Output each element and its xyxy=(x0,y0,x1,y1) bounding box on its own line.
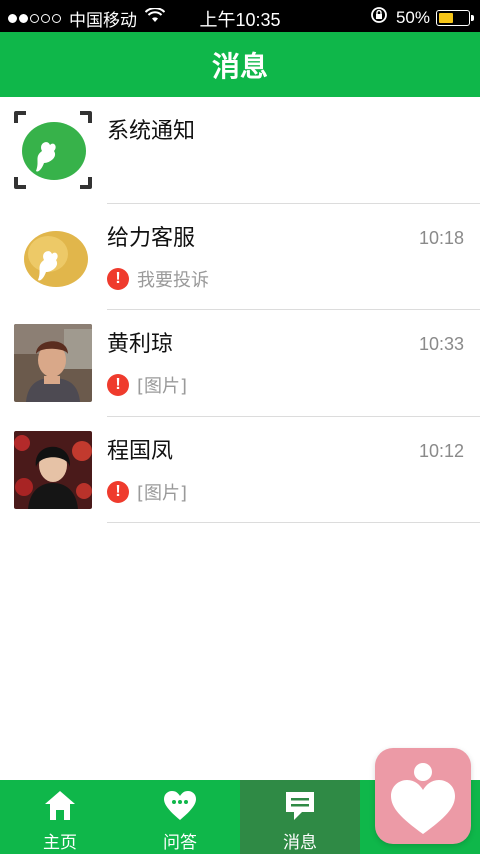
user-photo xyxy=(14,324,92,402)
conversation-list: 系统通知 给力客服 10:18 ! 我要投诉 黄利琼 10:33 ! [图片] … xyxy=(0,97,480,523)
tab-label: 消息 xyxy=(283,833,317,853)
battery-icon xyxy=(436,9,474,26)
gold-logo-icon xyxy=(14,217,92,296)
message-icon xyxy=(286,792,314,820)
tab-qa[interactable]: 问答 xyxy=(120,780,240,854)
conversation-name: 系统通知 xyxy=(107,119,196,144)
conversation-preview: ! 我要投诉 xyxy=(107,266,209,292)
conversation-item-service[interactable]: 给力客服 10:18 ! 我要投诉 xyxy=(0,204,480,310)
conversation-name: 黄利琼 xyxy=(107,332,174,357)
tab-home[interactable]: 主页 xyxy=(0,780,120,854)
floating-heart-button[interactable] xyxy=(375,748,471,844)
status-bar: 中国移动 上午10:35 50% xyxy=(0,0,480,32)
tab-label: 主页 xyxy=(43,833,77,853)
tab-label: 问答 xyxy=(163,833,197,853)
avatar xyxy=(14,217,92,296)
page-title: 消息 xyxy=(211,49,268,83)
preview-text: [图片] xyxy=(137,376,188,397)
status-right: 50% xyxy=(370,6,474,29)
heart-chat-icon xyxy=(164,791,196,820)
conversation-time: 10:18 xyxy=(418,227,464,248)
conversation-item-huang[interactable]: 黄利琼 10:33 ! [图片] xyxy=(0,310,480,417)
heart-person-icon xyxy=(391,763,455,834)
conversation-time: 10:12 xyxy=(418,440,464,461)
user-photo xyxy=(14,430,92,509)
avatar xyxy=(14,324,92,402)
conversation-preview: ! [图片] xyxy=(107,372,187,398)
avatar xyxy=(14,111,92,189)
alert-icon: ! xyxy=(107,374,129,396)
preview-text: 我要投诉 xyxy=(137,269,209,291)
conversation-name: 程国凤 xyxy=(107,438,174,464)
alert-icon: ! xyxy=(107,480,129,503)
tab-messages[interactable]: 消息 xyxy=(240,780,360,854)
conversation-time: 10:33 xyxy=(418,334,464,354)
avatar xyxy=(14,430,92,509)
conversation-item-cheng[interactable]: 程国凤 10:12 ! [图片] xyxy=(0,417,480,523)
conversation-item-system[interactable]: 系统通知 xyxy=(0,97,480,204)
alert-icon: ! xyxy=(107,267,129,290)
home-icon xyxy=(45,791,75,820)
divider xyxy=(107,522,480,523)
preview-text: [图片] xyxy=(137,482,188,504)
conversation-preview: ! [图片] xyxy=(107,479,187,505)
nav-bar: 消息 xyxy=(0,32,480,97)
battery-percent: 50% xyxy=(395,7,430,27)
green-logo-icon xyxy=(14,111,92,189)
conversation-name: 给力客服 xyxy=(107,225,196,251)
rotation-lock-icon xyxy=(370,6,388,29)
